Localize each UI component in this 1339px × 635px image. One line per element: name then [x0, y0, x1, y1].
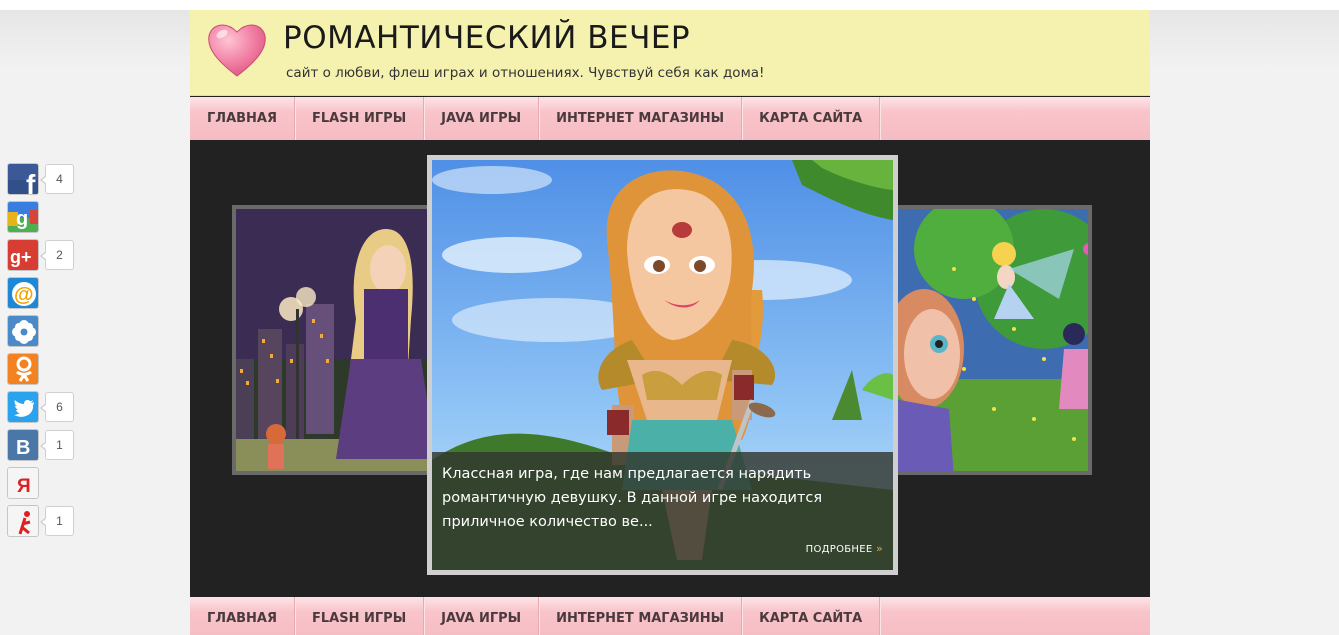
svg-text:g: g [16, 208, 28, 230]
ya-ru-icon [8, 506, 38, 536]
twitter-share-button[interactable] [7, 391, 39, 423]
site-title[interactable]: РОМАНТИЧЕСКИЙ ВЕЧЕР [283, 20, 690, 56]
facebook-share-button[interactable]: f [7, 163, 39, 195]
vkontakte-share-button[interactable]: B [7, 429, 39, 461]
double-chevron-right-icon: » [875, 542, 883, 555]
share-row-ya-ru: 1 [7, 505, 74, 537]
google-plus-share-count: 2 [40, 240, 74, 270]
nav-item-online-shops[interactable]: ИНТЕРНЕТ МАГАЗИНЫ [539, 97, 743, 140]
nav-item-flash-games[interactable]: FLASH ИГРЫ [295, 97, 425, 140]
slide-caption: Классная игра, где нам предлагается наря… [432, 452, 893, 570]
google-plus-icon: g+ [8, 240, 38, 270]
moi-mir-share-button[interactable] [7, 315, 39, 347]
nav-item-sitemap[interactable]: КАРТА САЙТА [742, 97, 881, 140]
share-row-google-plus: g+ 2 [7, 239, 74, 271]
odnoklassniki-share-button[interactable] [7, 353, 39, 385]
footer-nav-item-home[interactable]: ГЛАВНАЯ [190, 597, 296, 635]
nav-item-java-games[interactable]: JAVA ИГРЫ [424, 97, 540, 140]
svg-text:g+: g+ [10, 247, 32, 267]
share-row-moi-mir [7, 315, 69, 347]
vkontakte-icon: B [8, 430, 38, 460]
footer-nav-item-java-games[interactable]: JAVA ИГРЫ [424, 597, 540, 635]
ya-ru-share-button[interactable] [7, 505, 39, 537]
odnoklassniki-icon [8, 354, 38, 384]
share-row-google: g [7, 201, 69, 233]
twitter-share-count: 6 [40, 392, 74, 422]
footer-nav: ГЛАВНАЯ FLASH ИГРЫ JAVA ИГРЫ ИНТЕРНЕТ МА… [190, 597, 1150, 635]
yandex-share-button[interactable]: Я [7, 467, 39, 499]
footer-nav-item-flash-games[interactable]: FLASH ИГРЫ [295, 597, 425, 635]
yandex-icon: Я [8, 468, 38, 498]
read-more-link[interactable]: ПОДРОБНЕЕ » [806, 542, 883, 555]
vkontakte-share-count: 1 [40, 430, 74, 460]
nav-item-home[interactable]: ГЛАВНАЯ [190, 97, 296, 140]
main-nav: ГЛАВНАЯ FLASH ИГРЫ JAVA ИГРЫ ИНТЕРНЕТ МА… [190, 97, 1150, 140]
share-row-odnoklassniki [7, 353, 69, 385]
twitter-icon [8, 392, 38, 422]
footer-nav-item-online-shops[interactable]: ИНТЕРНЕТ МАГАЗИНЫ [539, 597, 743, 635]
slide-left-image[interactable] [232, 205, 442, 475]
svg-text:Я: Я [17, 476, 31, 497]
svg-text:B: B [16, 437, 30, 459]
mail-ru-share-button[interactable]: @ [7, 277, 39, 309]
share-row-twitter: 6 [7, 391, 74, 423]
mail-ru-icon: @ [8, 278, 38, 308]
slide-right-image[interactable] [890, 205, 1092, 475]
site-header: РОМАНТИЧЕСКИЙ ВЕЧЕР сайт о любви, флеш и… [190, 10, 1150, 96]
heart-logo-icon[interactable] [206, 20, 268, 78]
featured-slider: Классная игра, где нам предлагается наря… [190, 140, 1150, 597]
google-share-button[interactable]: g [7, 201, 39, 233]
moi-mir-icon [8, 316, 38, 346]
read-more-label: ПОДРОБНЕЕ [805, 544, 873, 555]
slide-caption-text: Классная игра, где нам предлагается наря… [442, 466, 823, 530]
share-row-vkontakte: B 1 [7, 429, 74, 461]
google-icon: g [8, 202, 38, 232]
svg-text:@: @ [14, 284, 34, 306]
site-description: сайт о любви, флеш играх и отношениях. Ч… [286, 65, 765, 81]
share-row-facebook: f 4 [7, 163, 74, 195]
facebook-share-count: 4 [40, 164, 74, 194]
ya-ru-share-count: 1 [40, 506, 74, 536]
share-row-mail-ru: @ [7, 277, 69, 309]
share-row-yandex: Я [7, 467, 69, 499]
facebook-icon: f [8, 164, 38, 195]
top-strip [0, 0, 1339, 10]
slide-active[interactable]: Классная игра, где нам предлагается наря… [427, 155, 898, 575]
google-plus-share-button[interactable]: g+ [7, 239, 39, 271]
svg-text:f: f [26, 169, 36, 195]
footer-nav-item-sitemap[interactable]: КАРТА САЙТА [742, 597, 881, 635]
site-wrapper: РОМАНТИЧЕСКИЙ ВЕЧЕР сайт о любви, флеш и… [190, 10, 1150, 635]
